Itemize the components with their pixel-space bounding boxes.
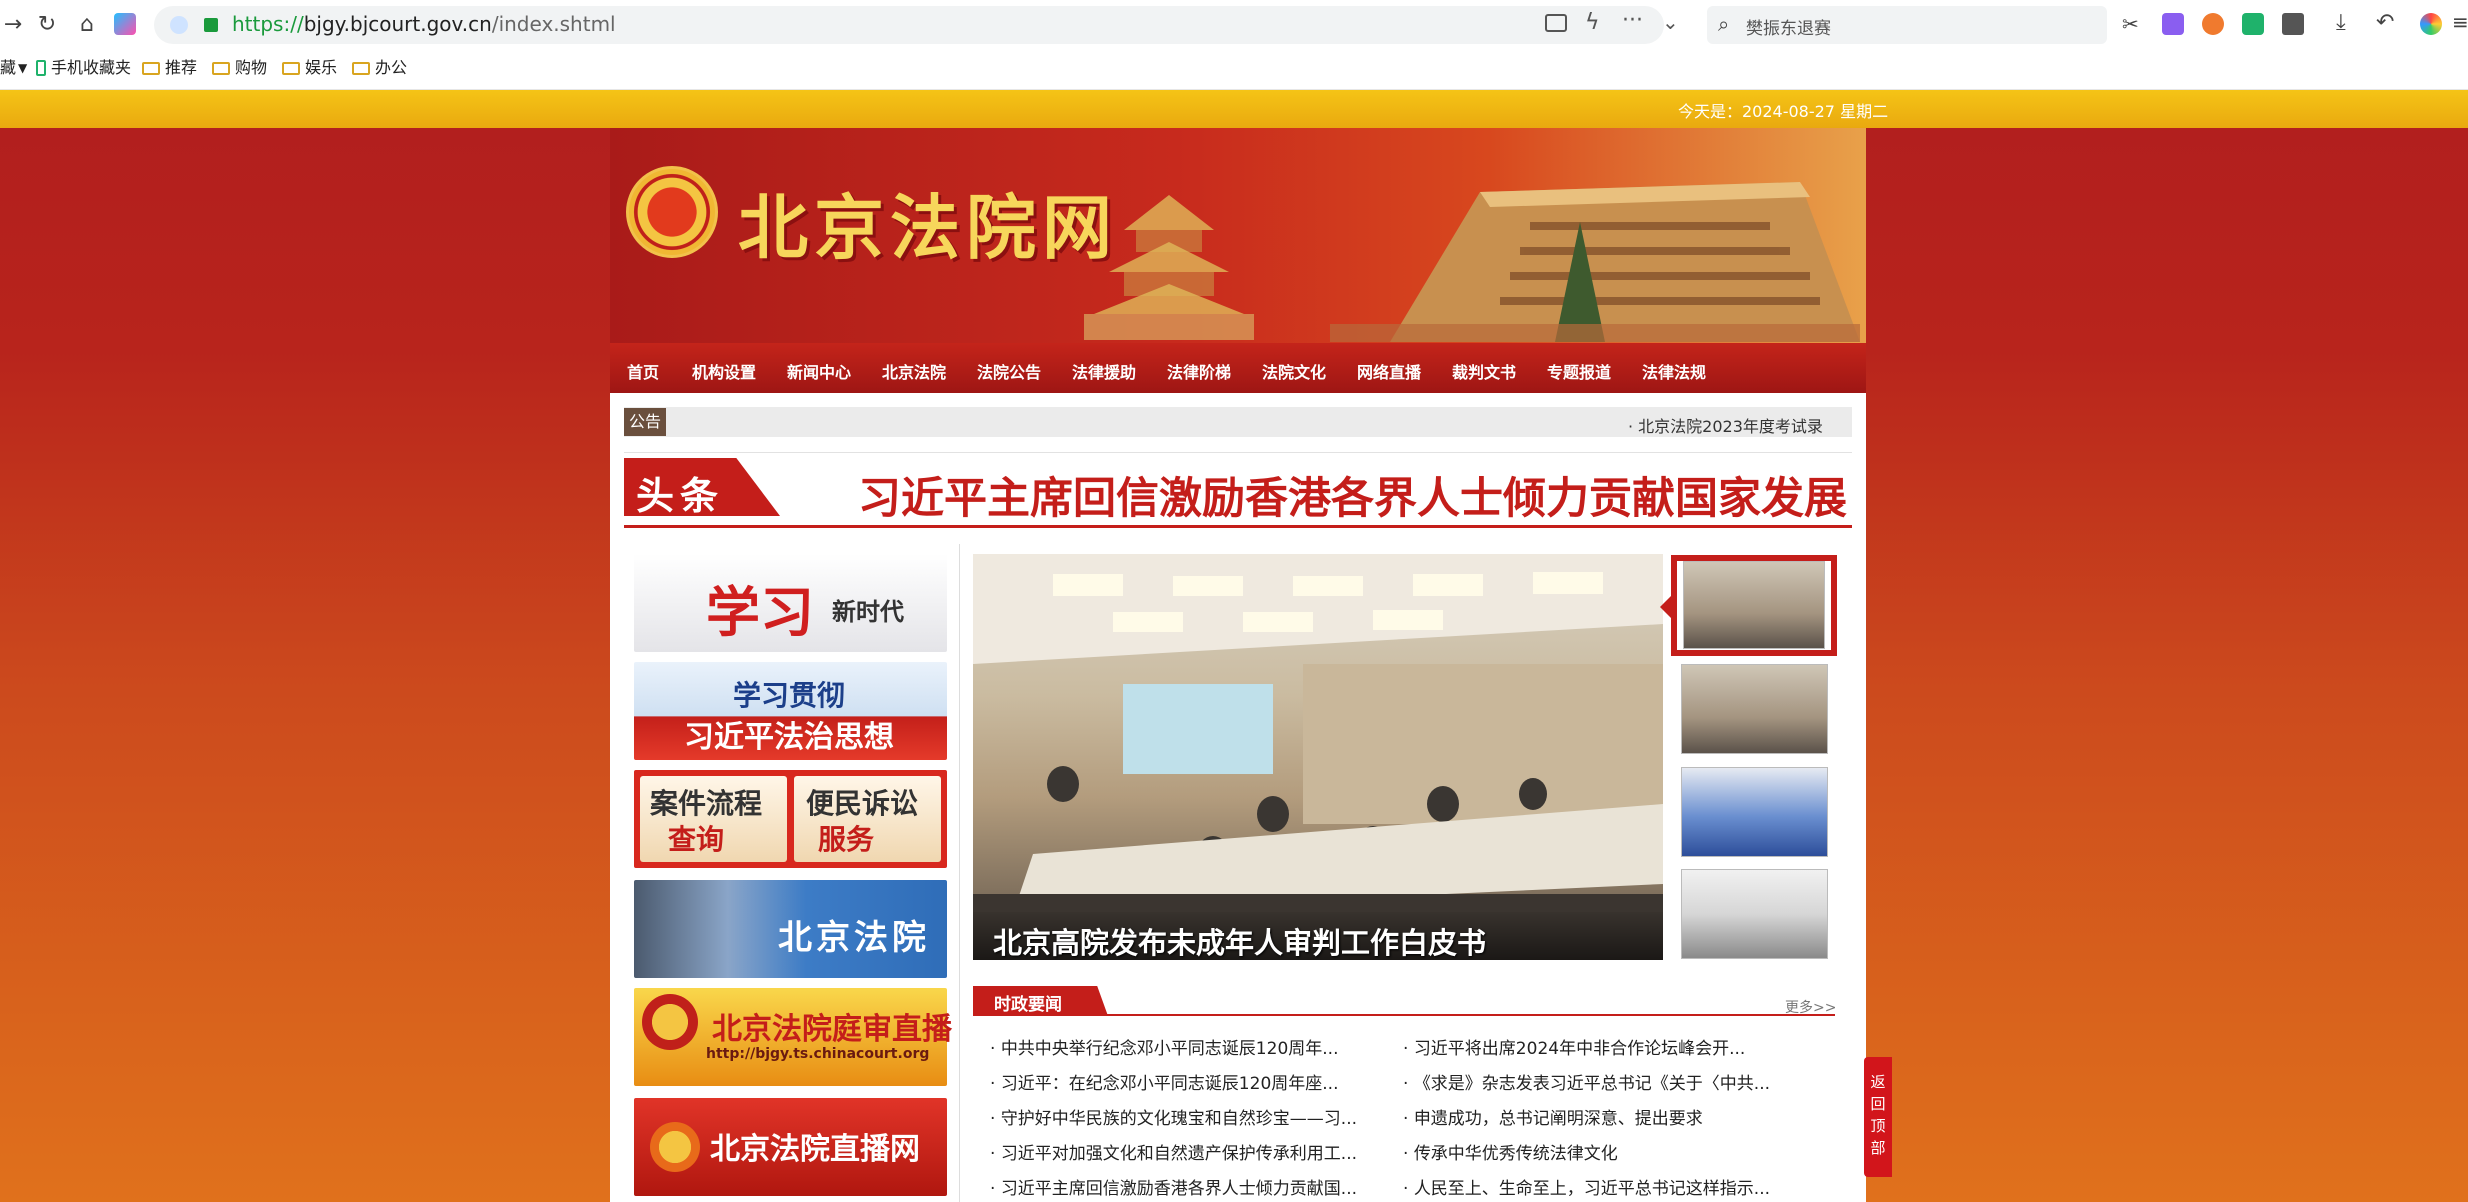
bookmark-folder-shopping[interactable]: 购物 <box>212 58 267 78</box>
folder-icon <box>352 62 370 75</box>
banner-trial-live-label: 北京法院庭审直播 <box>712 1012 952 1047</box>
nav-court-notices[interactable]: 法院公告 <box>977 359 1041 383</box>
top-strip <box>0 90 2468 128</box>
banner-rule-line1: 学习贯彻 <box>733 679 846 712</box>
banner-study-label: 新时代 <box>832 598 904 626</box>
forward-icon[interactable]: → <box>0 12 26 38</box>
download-icon[interactable]: ⤓ <box>2336 10 2346 35</box>
image-icon[interactable] <box>1545 14 1567 32</box>
menu-icon[interactable]: ≡ <box>2452 10 2468 34</box>
date-display: 今天是：2024-08-27 星期二 <box>1678 102 1889 121</box>
nav-judgments[interactable]: 裁判文书 <box>1452 359 1516 383</box>
site-info-icon[interactable] <box>170 16 188 34</box>
thumbnail-1[interactable] <box>1683 561 1825 649</box>
notice-item[interactable]: · 北京法院2023年度考试录 <box>1628 413 1823 437</box>
litigation-service-label: 便民诉讼 <box>806 787 919 820</box>
slideshow-main-image[interactable] <box>973 554 1663 960</box>
bookmark-mobile[interactable]: 手机收藏夹 <box>36 58 131 78</box>
banner-trial-live-url: http://bjgy.ts.chinacourt.org <box>706 1046 930 1062</box>
litigation-service-sub: 服务 <box>818 823 875 856</box>
folder-icon <box>142 62 160 75</box>
banner-rule-line2: 习近平法治思想 <box>684 720 894 755</box>
national-emblem-icon <box>626 166 718 258</box>
bookmark-folder-entertainment[interactable]: 娱乐 <box>282 58 337 78</box>
dropdown-icon[interactable]: ▼ <box>18 58 27 78</box>
news-item-left-2[interactable]: · 习近平：在纪念邓小平同志诞辰120周年座... <box>990 1069 1338 1094</box>
profile-icon[interactable] <box>2420 13 2442 35</box>
ai-assistant-icon[interactable] <box>114 13 136 35</box>
site-logo-text[interactable]: 北京法院网 <box>738 172 1118 273</box>
more-icon[interactable]: ··· <box>1622 8 1643 33</box>
folder-icon <box>212 62 230 75</box>
news-title: 时政要闻 <box>994 995 1062 1015</box>
translate-icon[interactable] <box>2162 13 2184 35</box>
news-item-right-3[interactable]: · 申遗成功，总书记阐明深意、提出要求 <box>1403 1104 1703 1129</box>
case-flow-label: 案件流程 <box>650 787 763 820</box>
bookmark-folder-office[interactable]: 办公 <box>352 58 407 78</box>
news-item-left-5[interactable]: · 习近平主席回信激励香港各界人士倾力贡献国... <box>990 1174 1357 1199</box>
undo-icon[interactable]: ↶ <box>2376 10 2394 35</box>
banner-study-calligraphy: 学习 <box>706 580 814 644</box>
extensions-icon[interactable] <box>2282 13 2304 35</box>
reload-icon[interactable]: ↻ <box>34 12 60 38</box>
slideshow-caption[interactable]: 北京高院发布未成年人审判工作白皮书 <box>993 920 1486 962</box>
news-item-right-1[interactable]: · 习近平将出席2024年中非合作论坛峰会开... <box>1403 1034 1745 1059</box>
scissors-icon[interactable]: ✂ <box>2122 12 2139 36</box>
search-icon: ⌕ <box>1718 12 1730 36</box>
nav-court-culture[interactable]: 法院文化 <box>1262 359 1326 383</box>
lightning-icon[interactable]: ϟ <box>1585 10 1600 35</box>
banner-live-network-label: 北京法院直播网 <box>710 1132 920 1167</box>
nav-news-center[interactable]: 新闻中心 <box>787 359 851 383</box>
news-item-left-3[interactable]: · 守护好中华民族的文化瑰宝和自然珍宝——习... <box>990 1104 1357 1129</box>
headline-tag-label: 头条 <box>636 474 725 518</box>
chevron-down-icon[interactable]: ⌄ <box>1662 10 1679 34</box>
bookmark-overflow[interactable]: 藏 <box>0 58 16 78</box>
news-more-link[interactable]: 更多>> <box>1785 997 1836 1017</box>
column-divider <box>959 544 960 1202</box>
nav-legal-ladder[interactable]: 法律阶梯 <box>1167 359 1231 383</box>
thumbnail-4[interactable] <box>1681 869 1828 959</box>
news-item-left-1[interactable]: · 中共中央举行纪念邓小平同志诞辰120周年... <box>990 1034 1338 1059</box>
url-text[interactable]: https://bjgy.bjcourt.gov.cn/index.shtml <box>232 12 616 36</box>
phone-icon <box>36 60 46 76</box>
banner-beijing-court-label: 北京法院 <box>778 918 930 958</box>
game-icon[interactable] <box>2202 13 2224 35</box>
home-icon[interactable]: ⌂ <box>74 12 100 38</box>
news-item-right-4[interactable]: · 传承中华优秀传统法律文化 <box>1403 1139 1618 1164</box>
nav-legal-aid[interactable]: 法律援助 <box>1072 359 1136 383</box>
nav-home[interactable]: 首页 <box>627 359 659 383</box>
reader-icon[interactable] <box>2242 13 2264 35</box>
nav-laws[interactable]: 法律法规 <box>1642 359 1706 383</box>
folder-icon <box>282 62 300 75</box>
court-building-illustration <box>1330 182 1860 342</box>
bookmark-folder-recommend[interactable]: 推荐 <box>142 58 197 78</box>
back-to-top-button[interactable]: 返回顶部 <box>1864 1057 1892 1177</box>
court-emblem-icon <box>650 1122 700 1172</box>
nav-special-reports[interactable]: 专题报道 <box>1547 359 1611 383</box>
notice-label: 公告 <box>624 408 666 436</box>
thumbnail-3[interactable] <box>1681 767 1828 857</box>
temple-of-heaven-illustration <box>1084 195 1254 340</box>
conference-room-photo <box>973 554 1663 960</box>
nav-live[interactable]: 网络直播 <box>1357 359 1421 383</box>
nav-beijing-courts[interactable]: 北京法院 <box>882 359 946 383</box>
news-item-right-2[interactable]: · 《求是》杂志发表习近平总书记《关于〈中共... <box>1403 1069 1770 1094</box>
thumbnail-2[interactable] <box>1681 664 1828 754</box>
news-item-right-5[interactable]: · 人民至上、生命至上，习近平总书记这样指示... <box>1403 1174 1770 1199</box>
news-item-left-4[interactable]: · 习近平对加强文化和自然遗产保护传承利用工... <box>990 1139 1357 1164</box>
lock-icon <box>204 18 218 32</box>
headline-title[interactable]: 习近平主席回信激励香港各界人士倾力贡献国家发展 <box>858 464 1847 526</box>
nav-organization[interactable]: 机构设置 <box>692 359 756 383</box>
court-emblem-icon <box>642 994 698 1050</box>
case-flow-sub: 查询 <box>668 823 725 856</box>
search-placeholder: 樊振东退赛 <box>1746 19 1831 39</box>
